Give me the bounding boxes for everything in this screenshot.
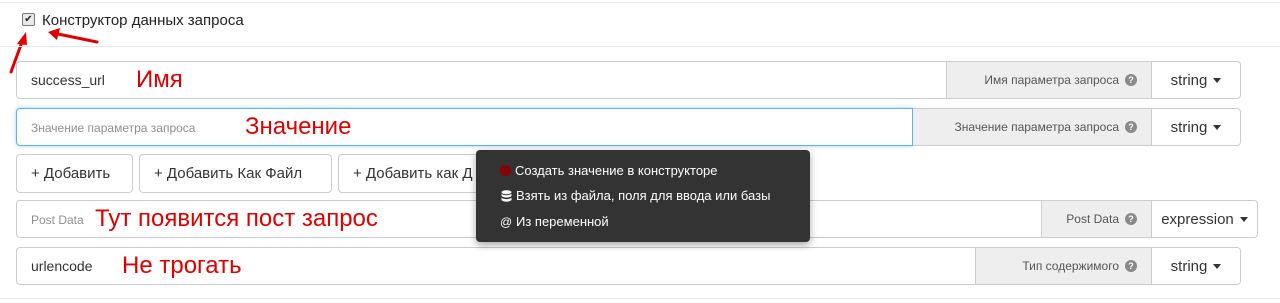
param-name-addon: Имя параметра запроса ? [947,61,1152,99]
content-type-dropdown[interactable]: string [1152,247,1241,285]
content-type-addon-label: Тип содержимого [1022,259,1119,273]
add-button[interactable]: + Добавить [16,154,133,193]
help-icon[interactable]: ? [1125,260,1137,272]
add-as-file-button-label: + Добавить Как Файл [154,165,303,182]
post-data-addon: Post Data ? [1042,200,1152,238]
help-icon[interactable]: ? [1125,213,1137,225]
param-name-addon-label: Имя параметра запроса [984,73,1119,87]
section-divider [0,46,1280,47]
param-value-placeholder: Значение параметра запроса [31,121,196,135]
bottom-border [0,298,1280,299]
annotation-content: Не трогать [122,252,242,279]
at-icon: @ [500,214,513,229]
post-data-placeholder: Post Data [31,213,84,227]
content-type-addon: Тип содержимого ? [976,247,1152,285]
add-as-button[interactable]: + Добавить как Д [338,154,488,193]
arrow-to-label-icon [48,28,99,44]
value-source-menu: Создать значение в конструкторе Взять из… [476,150,810,242]
menu-item-constructor[interactable]: Создать значение в конструкторе [500,163,718,178]
annotation-value: Значение [245,113,352,140]
param-value-row: Значение параметра запроса Значение пара… [16,108,1241,146]
content-type-type-label: string [1170,257,1208,275]
add-as-file-button[interactable]: + Добавить Как Файл [139,154,332,193]
param-value-addon-label: Значение параметра запроса [954,120,1119,134]
content-type-value: urlencode [31,258,93,274]
param-name-type-dropdown[interactable]: string [1152,61,1241,99]
help-icon[interactable]: ? [1125,74,1137,86]
help-icon[interactable]: ? [1125,121,1137,133]
caret-down-icon [1213,124,1222,130]
annotation-name: Имя [136,66,183,93]
post-data-type-dropdown[interactable]: expression [1152,200,1258,238]
param-name-type-label: string [1170,71,1208,89]
param-value-type-dropdown[interactable]: string [1152,108,1241,146]
annotation-post: Тут появится пост запрос [95,205,378,232]
param-value-input[interactable]: Значение параметра запроса [16,108,913,146]
record-icon [500,165,511,176]
menu-item-variable[interactable]: @ Из переменной [500,214,609,229]
param-name-value: success_url [31,72,105,88]
add-button-label: + Добавить [31,165,111,182]
param-value-addon: Значение параметра запроса ? [913,108,1152,146]
post-data-addon-label: Post Data [1066,212,1119,226]
caret-down-icon [1213,77,1222,83]
post-data-type-label: expression [1161,210,1234,228]
add-as-button-label: + Добавить как Д [353,165,473,182]
param-value-type-label: string [1170,118,1208,136]
param-name-row: success_url Имя параметра запроса ? stri… [16,61,1241,99]
menu-item-file[interactable]: Взять из файла, поля для ввода или базы [500,188,770,203]
caret-down-icon [1239,216,1248,222]
top-border [0,2,1280,3]
menu-item-file-label: Взять из файла, поля для ввода или базы [516,188,771,203]
menu-item-constructor-label: Создать значение в конструкторе [515,163,718,178]
menu-item-variable-label: Из переменной [516,214,609,229]
caret-down-icon [1213,263,1222,269]
database-icon [500,189,512,202]
